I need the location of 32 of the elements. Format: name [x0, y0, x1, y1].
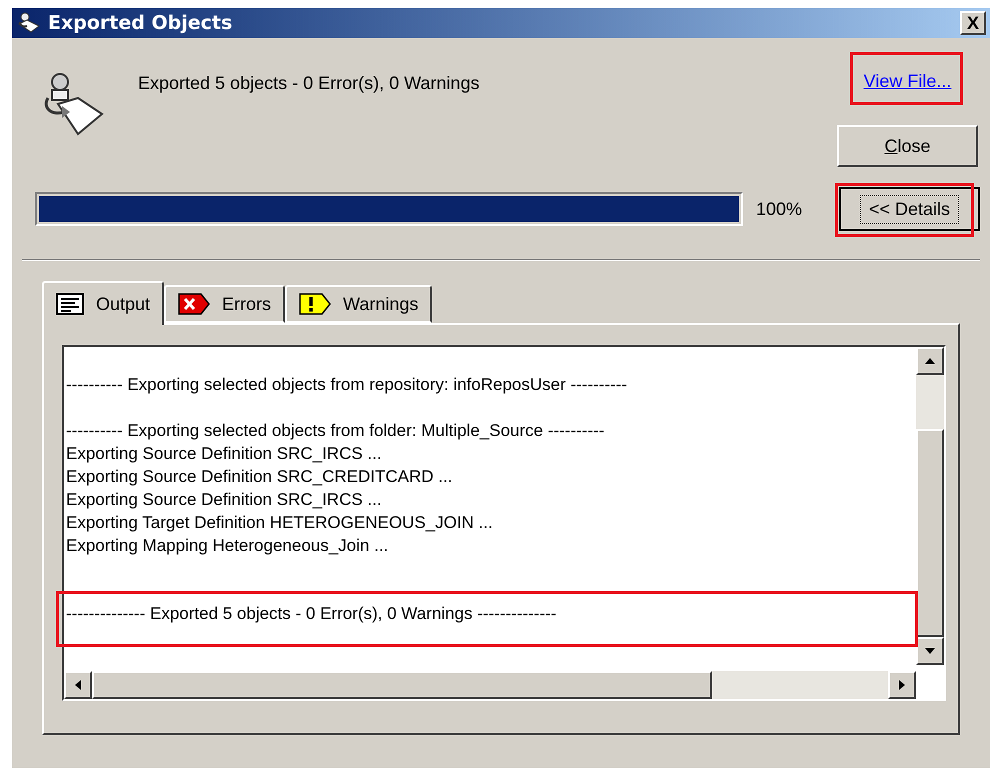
close-window-button[interactable]: X — [960, 11, 986, 35]
details-button[interactable]: << Details — [839, 187, 980, 231]
tab[interactable]: Warnings — [285, 285, 432, 323]
log-line: -------------- Exported 5 objects - 0 Error(s), 0 Warnings -------------- — [66, 603, 558, 625]
scroll-left-button[interactable] — [64, 671, 92, 699]
log-line: ---------- Exporting selected objects from folder: Multiple_Source ---------- — [66, 420, 606, 442]
down-arrow-icon — [925, 648, 935, 654]
log-line: Exporting Target Definition HETEROGENEOUS_JOIN ... — [66, 512, 494, 534]
view-file-link[interactable]: View File... — [864, 71, 952, 91]
export-summary: Exported 5 objects - 0 Error(s), 0 Warnings — [138, 72, 480, 95]
document-lines-icon — [56, 293, 84, 315]
warning-tag-icon — [299, 293, 332, 315]
window-title: Exported Objects — [48, 10, 232, 36]
left-arrow-icon — [75, 680, 81, 690]
scroll-up-button[interactable] — [916, 347, 944, 375]
scroll-thumb[interactable] — [916, 429, 944, 637]
log-line: Exporting Source Definition SRC_CREDITCARD ... — [66, 466, 454, 488]
log-line: Exporting Source Definition SRC_IRCS ... — [66, 443, 383, 465]
log-line: Exporting Source Definition SRC_IRCS ... — [66, 489, 383, 511]
tab[interactable]: Errors — [164, 285, 286, 323]
log-line: ---------- Exporting selected objects from repository: infoReposUser ---------- — [66, 374, 628, 396]
up-arrow-icon — [925, 358, 935, 364]
error-tag-icon — [178, 293, 210, 315]
export-icon — [16, 12, 40, 34]
right-arrow-icon — [899, 680, 905, 690]
log-line: Exporting Mapping Heterogeneous_Join ... — [66, 535, 390, 557]
scroll-right-button[interactable] — [888, 671, 916, 699]
scroll-down-button[interactable] — [916, 637, 944, 665]
close-button[interactable]: Close — [837, 125, 978, 167]
progress-reading: 100% — [756, 198, 802, 220]
tab[interactable]: Output — [42, 281, 164, 325]
scroll-thumb[interactable] — [92, 671, 712, 699]
